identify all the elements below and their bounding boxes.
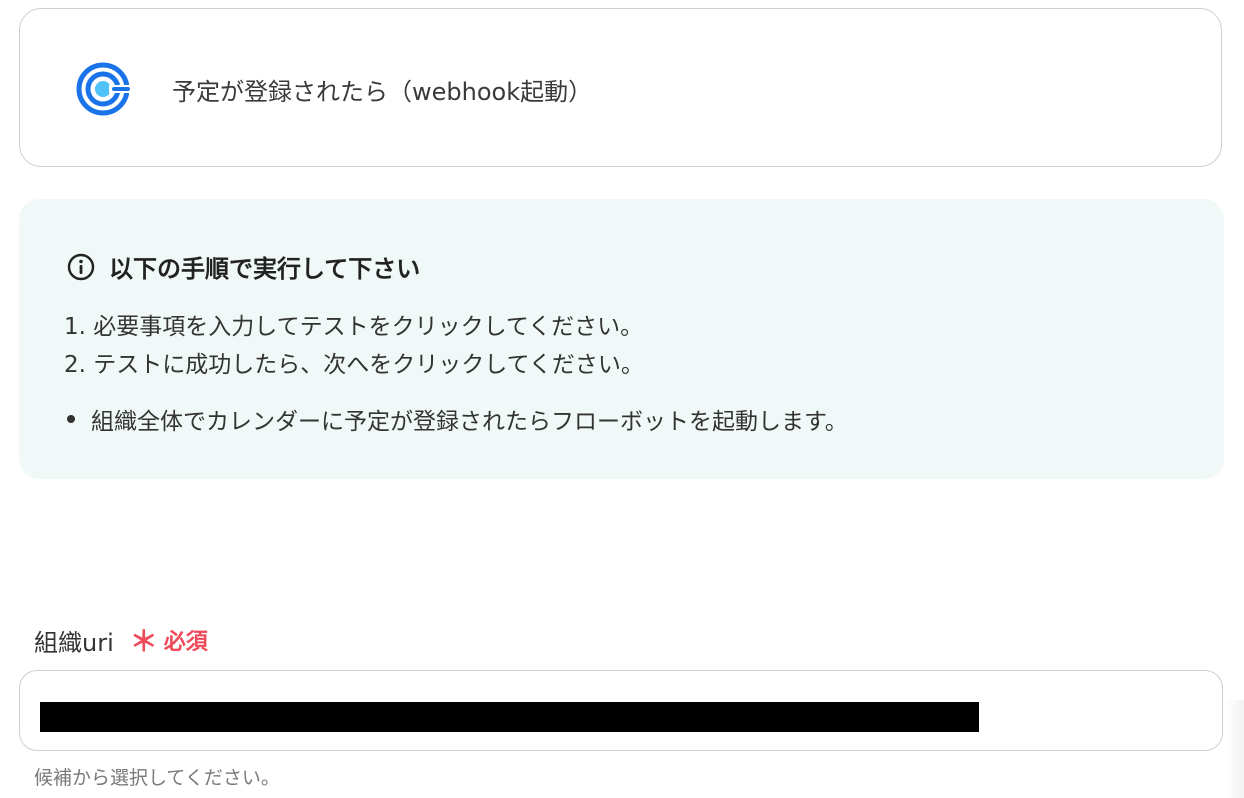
org-uri-hint: 候補から選択してください。 <box>34 767 280 789</box>
required-asterisk-icon: ＊ <box>129 625 158 658</box>
org-uri-label: 組織uri <box>34 628 114 657</box>
org-uri-input[interactable] <box>19 670 1223 751</box>
org-uri-label-row: 組織uri ＊ 必須 <box>34 620 208 660</box>
instructions-heading-text: 以下の手順で実行して下さい <box>109 255 421 283</box>
instructions-panel: 以下の手順で実行して下さい 1. 必要事項を入力してテストをクリックしてください… <box>19 199 1224 479</box>
trigger-title: 予定が登録されたら（webhook起動） <box>172 78 593 106</box>
calendly-logo-icon <box>76 62 131 116</box>
redacted-value <box>40 702 979 732</box>
trigger-card[interactable]: 予定が登録されたら（webhook起動） <box>19 8 1222 167</box>
instruction-step: 1. 必要事項を入力してテストをクリックしてください。 <box>64 314 644 340</box>
bullet-icon <box>67 415 75 423</box>
instructions-heading: 以下の手順で実行して下さい <box>67 249 420 284</box>
scroll-edge-shadow <box>1226 700 1244 798</box>
info-circle-icon <box>67 253 95 280</box>
instruction-step: 2. テストに成功したら、次へをクリックしてください。 <box>64 352 644 378</box>
required-badge: 必須 <box>163 630 208 655</box>
instruction-note: 組織全体でカレンダーに予定が登録されたらフローボットを起動します。 <box>67 402 848 436</box>
instruction-note-text: 組織全体でカレンダーに予定が登録されたらフローボットを起動します。 <box>91 409 848 435</box>
